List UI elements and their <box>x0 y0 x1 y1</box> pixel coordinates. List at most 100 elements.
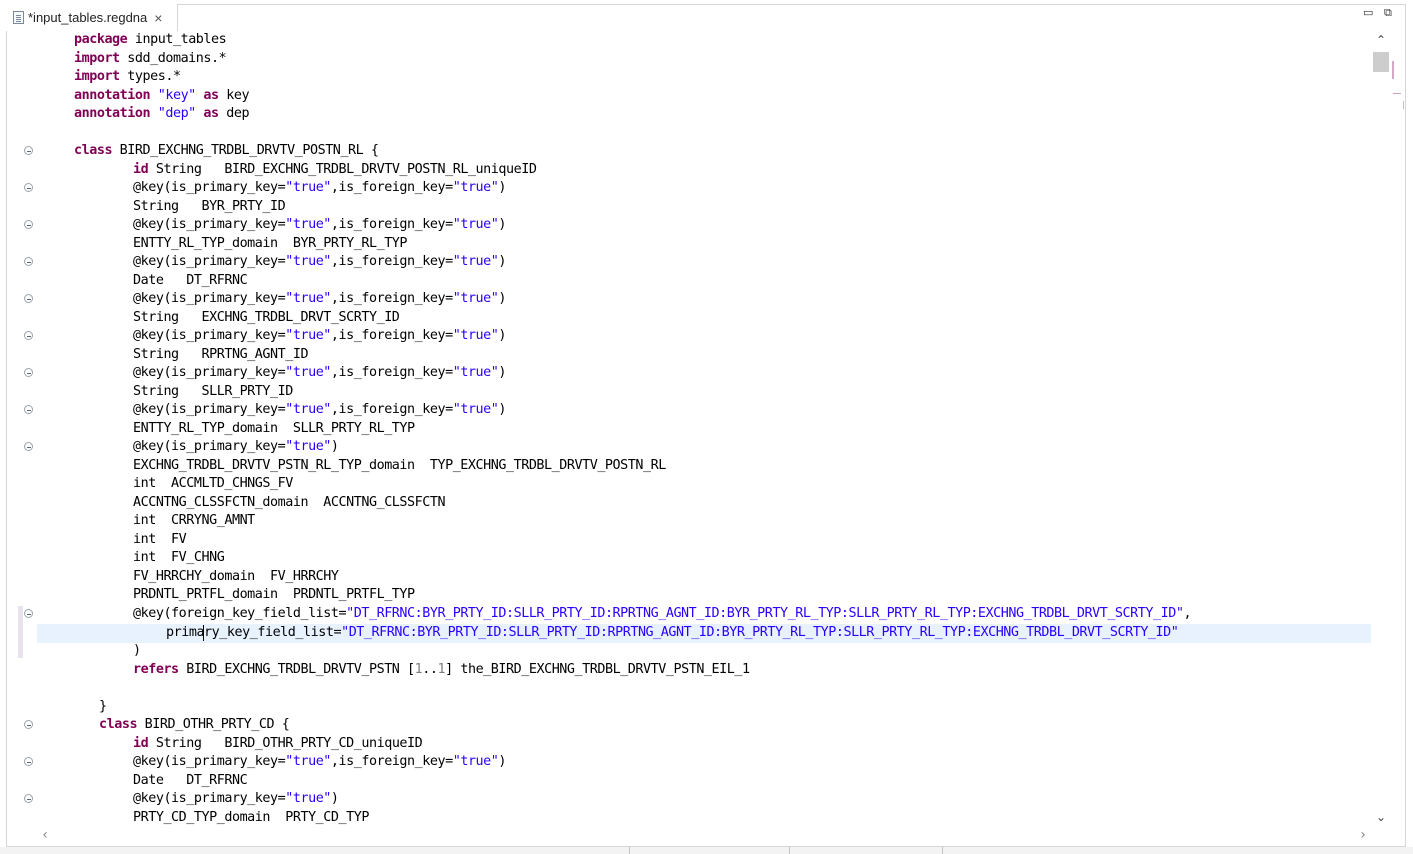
code-token: ,is_foreign_key= <box>331 754 453 769</box>
code-token: String SLLR_PRTY_ID <box>133 384 293 399</box>
code-token: int FV_CHNG <box>133 550 224 565</box>
code-token: ) <box>498 217 506 232</box>
string-token: "true" <box>285 180 331 195</box>
string-token: "dep" <box>150 106 196 121</box>
overview-ruler[interactable] <box>1391 31 1405 826</box>
code-token: ,is_foreign_key= <box>331 328 453 343</box>
code-token: Date DT_RFRNC <box>133 273 247 288</box>
string-token: "true" <box>285 791 331 806</box>
scroll-down-icon[interactable]: ⌄ <box>1372 808 1390 826</box>
fold-collapse-icon[interactable] <box>24 442 33 451</box>
fold-collapse-icon[interactable] <box>24 757 33 766</box>
code-token: ENTTY_RL_TYP_domain SLLR_PRTY_RL_TYP <box>133 421 415 436</box>
string-token: "true" <box>285 328 331 343</box>
code-token: , <box>1183 606 1191 621</box>
fold-collapse-icon[interactable] <box>24 331 33 340</box>
code-text: @key(is_primary_key="true",is_foreign_ke… <box>133 753 506 772</box>
fold-collapse-icon[interactable] <box>24 220 33 229</box>
code-text: refers BIRD_EXCHNG_TRDBL_DRVTV_PSTN [1..… <box>133 661 750 680</box>
string-token: "true" <box>285 365 331 380</box>
string-token: "true" <box>285 402 331 417</box>
code-token: EXCHNG_TRDBL_DRVTV_PSTN_RL_TYP_domain TY… <box>133 458 666 473</box>
code-text: @key(foreign_key_field_list="DT_RFRNC:BY… <box>133 605 1191 624</box>
fold-collapse-icon[interactable] <box>24 368 33 377</box>
code-token: ENTTY_RL_TYP_domain BYR_PRTY_RL_TYP <box>133 236 407 251</box>
scroll-right-icon[interactable]: › <box>1355 826 1371 844</box>
code-token: @key(is_primary_key= <box>133 402 285 417</box>
horizontal-scrollbar[interactable]: ‹ › <box>37 826 1371 844</box>
string-token: "true" <box>453 254 499 269</box>
code-token: dep <box>219 106 249 121</box>
code-token: @key(is_primary_key= <box>133 180 285 195</box>
code-token: ,is_foreign_key= <box>331 291 453 306</box>
code-text: import types.* <box>74 68 181 87</box>
code-token: @key(is_primary_key= <box>133 254 285 269</box>
minimize-icon[interactable]: ▭ <box>1363 6 1373 19</box>
code-text: String SLLR_PRTY_ID <box>133 383 293 402</box>
status-separator <box>629 847 630 854</box>
code-token: ) <box>498 291 506 306</box>
text-file-icon <box>13 11 24 24</box>
code-token: ) <box>498 754 506 769</box>
code-text: PRTY_CD_TYP_domain PRTY_CD_TYP <box>133 809 369 826</box>
code-token: ) <box>331 439 339 454</box>
string-token: "true" <box>285 291 331 306</box>
code-token: String EXCHNG_TRDBL_DRVT_SCRTY_ID <box>133 310 399 325</box>
code-token: ) <box>331 791 339 806</box>
code-token: String BIRD_OTHR_PRTY_CD_uniqueID <box>148 736 422 751</box>
fold-collapse-icon[interactable] <box>24 183 33 192</box>
fold-collapse-icon[interactable] <box>24 257 33 266</box>
fold-collapse-icon[interactable] <box>24 720 33 729</box>
fold-collapse-icon[interactable] <box>24 794 33 803</box>
string-token: "true" <box>453 402 499 417</box>
maximize-icon[interactable]: ⧉ <box>1384 6 1392 20</box>
string-token: "true" <box>285 754 331 769</box>
keyword-token: refers <box>133 662 179 677</box>
fold-collapse-icon[interactable] <box>24 294 33 303</box>
code-text: ACCNTNG_CLSSFCTN_domain ACCNTNG_CLSSFCTN <box>133 494 445 513</box>
code-text: String BYR_PRTY_ID <box>133 198 285 217</box>
code-token: String BIRD_EXCHNG_TRDBL_DRVTV_POSTN_RL_… <box>148 162 536 177</box>
scroll-left-icon[interactable]: ‹ <box>37 826 53 844</box>
fold-collapse-icon[interactable] <box>24 609 33 618</box>
code-token: @key(is_primary_key= <box>133 291 285 306</box>
tab-title: *input_tables.regdna <box>28 10 147 25</box>
overview-change-mark <box>1392 61 1394 79</box>
code-text: id String BIRD_OTHR_PRTY_CD_uniqueID <box>133 735 422 754</box>
code-text: @key(is_primary_key="true",is_foreign_ke… <box>133 327 506 346</box>
string-token: "true" <box>453 291 499 306</box>
code-text: int FV <box>133 531 186 550</box>
code-text: @key(is_primary_key="true") <box>133 438 339 457</box>
string-token: "true" <box>453 754 499 769</box>
keyword-token: package <box>74 32 127 47</box>
code-text: Date DT_RFRNC <box>133 772 247 791</box>
code-token: @key(foreign_key_field_list= <box>133 606 346 621</box>
code-editor[interactable]: package input_tablesimport sdd_domains.*… <box>37 31 1371 826</box>
scroll-up-icon[interactable]: ⌃ <box>1372 31 1390 49</box>
vertical-scrollbar[interactable]: ⌃ ⌄ <box>1372 31 1390 826</box>
status-bar <box>0 847 1413 854</box>
fold-collapse-icon[interactable] <box>24 146 33 155</box>
code-token: int ACCMLTD_CHNGS_FV <box>133 476 293 491</box>
code-token: ) <box>133 643 141 658</box>
scroll-thumb[interactable] <box>1373 52 1389 72</box>
change-marker <box>18 606 23 658</box>
editor-tab[interactable]: *input_tables.regdna × <box>6 4 178 31</box>
string-token: "true" <box>453 328 499 343</box>
code-token: @key(is_primary_key= <box>133 791 285 806</box>
code-token: input_tables <box>127 32 226 47</box>
code-token: } <box>99 699 107 714</box>
keyword-token: class <box>99 717 137 732</box>
code-text: @key(is_primary_key="true",is_foreign_ke… <box>133 364 506 383</box>
code-text: class BIRD_OTHR_PRTY_CD { <box>99 716 289 735</box>
code-token: ] the_BIRD_EXCHNG_TRDBL_DRVTV_PSTN_EIL_1 <box>445 662 749 677</box>
code-token: ,is_foreign_key= <box>331 365 453 380</box>
close-icon[interactable]: × <box>154 10 162 26</box>
code-token: sdd_domains.* <box>120 51 227 66</box>
keyword-token: annotation <box>74 88 150 103</box>
fold-collapse-icon[interactable] <box>24 405 33 414</box>
code-text: primary_key_field_list="DT_RFRNC:BYR_PRT… <box>166 624 1178 643</box>
code-text: Date DT_RFRNC <box>133 272 247 291</box>
code-token: @key(is_primary_key= <box>133 439 285 454</box>
code-line[interactable]: primary_key_field_list="DT_RFRNC:BYR_PRT… <box>37 624 1371 643</box>
